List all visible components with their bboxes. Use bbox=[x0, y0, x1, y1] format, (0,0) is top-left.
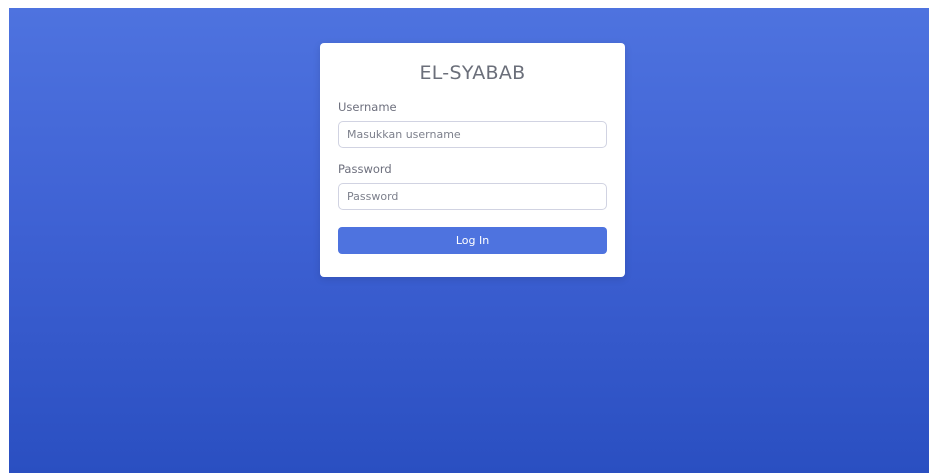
login-page-background: EL-SYABAB Username Password Log In bbox=[9, 8, 929, 473]
password-label: Password bbox=[338, 162, 392, 176]
password-input[interactable] bbox=[338, 183, 607, 210]
login-card: EL-SYABAB Username Password Log In bbox=[320, 43, 625, 277]
username-input[interactable] bbox=[338, 121, 607, 148]
login-button[interactable]: Log In bbox=[338, 227, 607, 254]
username-label: Username bbox=[338, 100, 397, 114]
brand-title: EL-SYABAB bbox=[419, 62, 526, 84]
